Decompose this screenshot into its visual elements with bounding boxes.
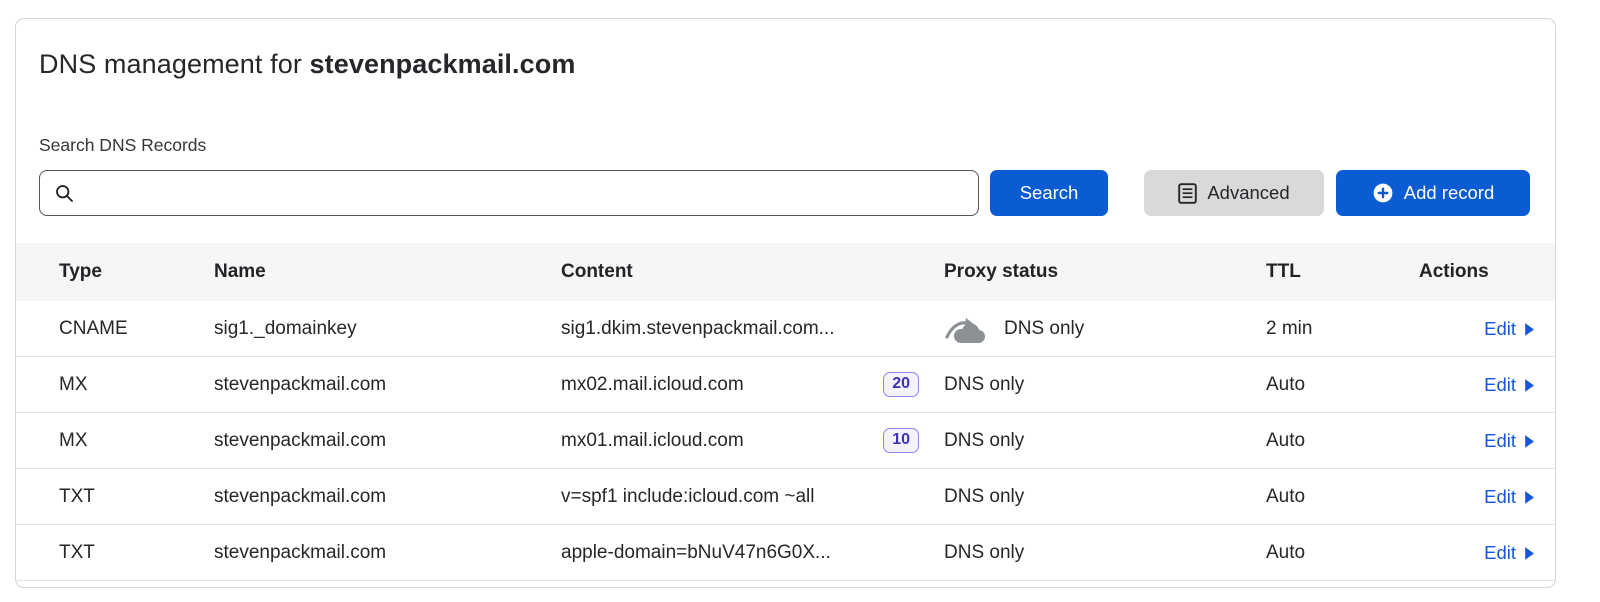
dns-card: DNS management for stevenpackmail.com Se… bbox=[15, 18, 1556, 588]
dns-record-row: MX stevenpackmail.com mx01.mail.icloud.c… bbox=[16, 413, 1555, 469]
page-title-domain: stevenpackmail.com bbox=[310, 49, 576, 79]
table-body: CNAME sig1._domainkey sig1.dkim.stevenpa… bbox=[16, 301, 1555, 581]
search-label: Search DNS Records bbox=[39, 134, 1530, 156]
search-input[interactable] bbox=[85, 171, 964, 215]
triangle-right-icon bbox=[1524, 433, 1535, 449]
record-name: stevenpackmail.com bbox=[198, 430, 546, 452]
search-box[interactable] bbox=[39, 170, 979, 216]
triangle-right-icon bbox=[1524, 377, 1535, 393]
edit-button-label: Edit bbox=[1484, 374, 1516, 396]
top-section: DNS management for stevenpackmail.com Se… bbox=[16, 19, 1555, 216]
controls-row: Search Advanced bbox=[39, 170, 1530, 216]
record-type: MX bbox=[16, 430, 198, 452]
record-proxy-status-cell: DNS only bbox=[931, 486, 1251, 508]
page-title-prefix: DNS management for bbox=[39, 49, 310, 79]
dns-record-row: MX stevenpackmail.com mx02.mail.icloud.c… bbox=[16, 357, 1555, 413]
advanced-button-label: Advanced bbox=[1207, 184, 1289, 203]
advanced-button[interactable]: Advanced bbox=[1144, 170, 1324, 216]
triangle-right-icon bbox=[1524, 321, 1535, 337]
edit-button-label: Edit bbox=[1484, 430, 1516, 452]
record-content-cell: apple-domain=bNuV47n6G0X... bbox=[546, 542, 931, 564]
edit-button[interactable]: Edit bbox=[1484, 486, 1535, 508]
edit-button-label: Edit bbox=[1484, 486, 1516, 508]
record-type: MX bbox=[16, 374, 198, 396]
header-actions: Actions bbox=[1406, 261, 1555, 283]
record-ttl: Auto bbox=[1251, 374, 1406, 396]
record-content-cell: sig1.dkim.stevenpackmail.com... bbox=[546, 318, 931, 340]
record-proxy-status-cell: DNS only bbox=[931, 542, 1251, 564]
proxy-status-text: DNS only bbox=[1004, 318, 1084, 340]
edit-button[interactable]: Edit bbox=[1484, 374, 1535, 396]
record-type: TXT bbox=[16, 486, 198, 508]
edit-button-label: Edit bbox=[1484, 542, 1516, 564]
edit-button[interactable]: Edit bbox=[1484, 542, 1535, 564]
record-content-cell: mx01.mail.icloud.com 10 bbox=[546, 428, 931, 453]
record-actions-cell: Edit bbox=[1406, 374, 1555, 396]
dns-records-table: Type Name Content Proxy status TTL Actio… bbox=[16, 243, 1555, 581]
search-icon bbox=[54, 183, 75, 204]
triangle-right-icon bbox=[1524, 489, 1535, 505]
record-content: mx01.mail.icloud.com bbox=[561, 430, 744, 452]
dns-only-cloud-icon bbox=[944, 313, 990, 344]
add-record-button[interactable]: Add record bbox=[1336, 170, 1530, 216]
record-proxy-status-cell: DNS only bbox=[931, 430, 1251, 452]
record-content: apple-domain=bNuV47n6G0X... bbox=[561, 542, 831, 564]
record-proxy-status-cell: DNS only bbox=[931, 374, 1251, 396]
header-type: Type bbox=[16, 261, 198, 283]
edit-button[interactable]: Edit bbox=[1484, 318, 1535, 340]
record-content-cell: mx02.mail.icloud.com 20 bbox=[546, 372, 931, 397]
proxy-status-text: DNS only bbox=[944, 430, 1024, 452]
record-ttl: 2 min bbox=[1251, 318, 1406, 340]
record-content: mx02.mail.icloud.com bbox=[561, 374, 744, 396]
dns-record-row: TXT stevenpackmail.com apple-domain=bNuV… bbox=[16, 525, 1555, 581]
header-proxy-status: Proxy status bbox=[931, 261, 1251, 283]
page-title: DNS management for stevenpackmail.com bbox=[39, 47, 1530, 81]
record-name: stevenpackmail.com bbox=[198, 486, 546, 508]
record-ttl: Auto bbox=[1251, 486, 1406, 508]
record-actions-cell: Edit bbox=[1406, 430, 1555, 452]
record-content: sig1.dkim.stevenpackmail.com... bbox=[561, 318, 835, 340]
triangle-right-icon bbox=[1524, 545, 1535, 561]
record-actions-cell: Edit bbox=[1406, 318, 1555, 340]
header-name: Name bbox=[198, 261, 546, 283]
proxy-status-text: DNS only bbox=[944, 486, 1024, 508]
record-type: TXT bbox=[16, 542, 198, 564]
record-ttl: Auto bbox=[1251, 542, 1406, 564]
record-actions-cell: Edit bbox=[1406, 486, 1555, 508]
edit-button-label: Edit bbox=[1484, 318, 1516, 340]
add-record-button-label: Add record bbox=[1404, 184, 1495, 203]
mx-priority-badge: 10 bbox=[883, 428, 919, 453]
record-type: CNAME bbox=[16, 318, 198, 340]
search-button[interactable]: Search bbox=[990, 170, 1108, 216]
record-name: sig1._domainkey bbox=[198, 318, 546, 340]
proxy-status-text: DNS only bbox=[944, 374, 1024, 396]
record-proxy-status-cell: DNS only bbox=[931, 313, 1251, 344]
search-button-label: Search bbox=[1020, 184, 1079, 203]
document-list-icon bbox=[1178, 183, 1197, 204]
table-header-row: Type Name Content Proxy status TTL Actio… bbox=[16, 243, 1555, 301]
record-content: v=spf1 include:icloud.com ~all bbox=[561, 486, 814, 508]
edit-button[interactable]: Edit bbox=[1484, 430, 1535, 452]
header-content: Content bbox=[546, 261, 931, 283]
record-name: stevenpackmail.com bbox=[198, 374, 546, 396]
proxy-status-text: DNS only bbox=[944, 542, 1024, 564]
record-content-cell: v=spf1 include:icloud.com ~all bbox=[546, 486, 931, 508]
dns-record-row: TXT stevenpackmail.com v=spf1 include:ic… bbox=[16, 469, 1555, 525]
dns-record-row: CNAME sig1._domainkey sig1.dkim.stevenpa… bbox=[16, 301, 1555, 357]
record-name: stevenpackmail.com bbox=[198, 542, 546, 564]
header-ttl: TTL bbox=[1251, 261, 1406, 283]
mx-priority-badge: 20 bbox=[883, 372, 919, 397]
dns-management-screen: DNS management for stevenpackmail.com Se… bbox=[0, 0, 1600, 602]
plus-circle-icon bbox=[1372, 182, 1394, 204]
record-ttl: Auto bbox=[1251, 430, 1406, 452]
record-actions-cell: Edit bbox=[1406, 542, 1555, 564]
